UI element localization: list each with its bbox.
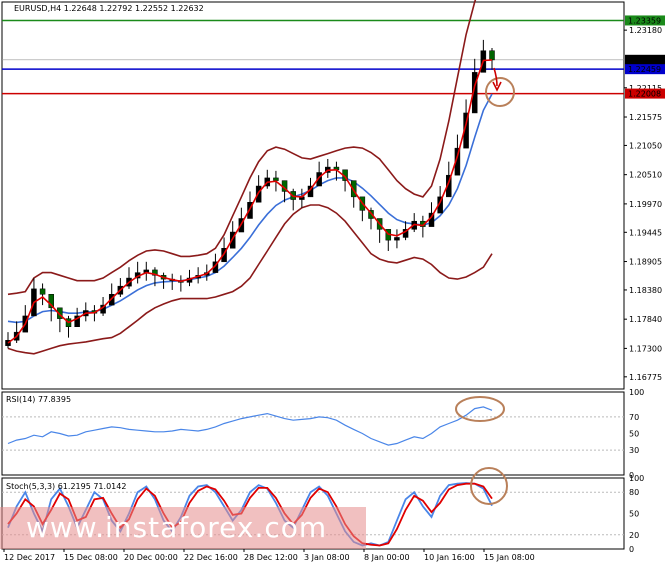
candle-body xyxy=(273,177,279,181)
level-label-blue: 1.22459 xyxy=(628,65,661,74)
x-tick-label: 28 Dec 12:00 xyxy=(244,553,298,562)
x-tick-label: 15 Jan 08:00 xyxy=(484,553,535,562)
x-tick-label: 20 Dec 00:00 xyxy=(124,553,178,562)
x-tick-label: 12 Dec 2017 xyxy=(4,553,55,562)
chart-svg: 1.231801.221151.215751.210501.205101.199… xyxy=(1,0,665,562)
level-label-green: 1.23359 xyxy=(628,16,661,25)
price-tick-label: 1.19970 xyxy=(629,200,662,209)
price-tick-label: 1.21575 xyxy=(629,113,662,122)
price-tick-label: 1.21050 xyxy=(629,141,662,150)
rsi-tick-label: 50 xyxy=(629,430,639,439)
price-tick-label: 1.23180 xyxy=(629,26,662,35)
bollinger-upper-line xyxy=(7,0,477,296)
watermark-text: www.instaforex.com xyxy=(26,511,328,544)
level-label-black: 1.22632 xyxy=(628,56,661,65)
chart-stage: 1.23180 1.22115 1.21575 1.21050 1.20510 1.199… xyxy=(0,0,665,568)
rsi-title: RSI(14) 77.8395 xyxy=(6,395,71,404)
candle-body xyxy=(39,288,46,295)
level-label-red: 1.22008 xyxy=(628,90,661,99)
x-tick-label: 3 Jan 08:00 xyxy=(304,553,350,562)
price-tick-label: 1.17300 xyxy=(629,344,662,353)
rsi-tick-label: 30 xyxy=(629,446,639,455)
price-tick-label: 1.18380 xyxy=(629,286,662,295)
price-tick-label: 1.17840 xyxy=(629,315,662,324)
price-tick-label: 1.20510 xyxy=(629,171,662,180)
x-tick-label: 8 Jan 00:00 xyxy=(364,553,410,562)
symbol-title: EURUSD,H4 1.22648 1.22792 1.22552 1.2263… xyxy=(14,4,204,13)
price-tick-label: 1.16775 xyxy=(629,373,662,382)
annotation-circle xyxy=(485,77,515,107)
stoch-tick-label: 0 xyxy=(629,545,634,554)
x-tick-label: 22 Dec 16:00 xyxy=(184,553,238,562)
bollinger-lower-line xyxy=(7,204,493,355)
price-tick-label: 1.19445 xyxy=(629,228,662,237)
stoch-tick-label: 20 xyxy=(629,531,639,540)
watermark: www.instaforex.com xyxy=(0,507,366,549)
stoch-tick-label: 50 xyxy=(629,510,639,519)
stoch-title: Stoch(5,3,3) 61.2195 71.0142 xyxy=(6,482,126,491)
price-tick-label: 1.18905 xyxy=(629,258,662,267)
rsi-line xyxy=(7,406,493,446)
rsi-tick-label: 70 xyxy=(629,413,639,422)
candle-body xyxy=(394,237,400,241)
stoch-tick-label: 100 xyxy=(629,474,644,483)
rsi-tick-label: 100 xyxy=(629,388,644,397)
rsi-pane-frame xyxy=(1,391,625,476)
x-tick-label: 15 Dec 08:00 xyxy=(64,553,118,562)
candle-body xyxy=(489,50,495,61)
x-tick-label: 10 Jan 16:00 xyxy=(424,553,475,562)
stoch-tick-label: 80 xyxy=(629,488,639,497)
